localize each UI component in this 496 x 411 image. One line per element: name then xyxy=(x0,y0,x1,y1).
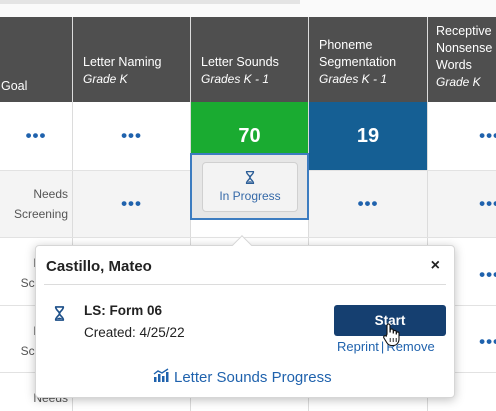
header-phoneme-segmentation: Phoneme Segmentation Grades K - 1 xyxy=(309,17,427,102)
hand-cursor-icon xyxy=(382,323,400,347)
receptive-more[interactable]: ••• xyxy=(428,102,496,170)
letter-naming-more[interactable]: ••• xyxy=(73,102,190,170)
header-phoneme-grade: Grades K - 1 xyxy=(319,72,388,86)
letter-naming-row2-more[interactable]: ••• xyxy=(73,170,190,237)
header-receptive-grade: Grade K xyxy=(436,75,481,89)
header-letter-naming: Letter Naming Grade K xyxy=(73,17,190,102)
in-progress-button[interactable]: In Progress xyxy=(202,162,298,212)
header-letter-sounds-grade: Grades K - 1 xyxy=(201,72,270,86)
chart-icon xyxy=(153,368,170,386)
form-name: LS: Form 06 xyxy=(84,303,163,318)
goal-row2: Needs Screening xyxy=(0,170,72,237)
header-phoneme-label-1: Phoneme xyxy=(319,38,373,52)
student-name: Castillo, Mateo xyxy=(46,258,152,275)
header-goal-label: Goal xyxy=(1,79,28,93)
in-progress-label: In Progress xyxy=(219,189,281,203)
letter-sounds-in-progress-cell: In Progress xyxy=(190,153,309,220)
header-phoneme-label-2: Segmentation xyxy=(319,55,397,69)
header-letter-naming-label: Letter Naming xyxy=(83,55,162,69)
hourglass-icon xyxy=(245,170,255,187)
created-date: Created: 4/25/22 xyxy=(84,325,185,340)
needs-label: Needs Screening xyxy=(13,187,68,221)
header-receptive-nonsense-words: Receptive Nonsense Words Grade K xyxy=(428,17,496,102)
divider xyxy=(0,237,496,238)
goal-more[interactable]: ••• xyxy=(0,102,72,170)
hourglass-icon xyxy=(54,306,65,325)
header-goal: Goal xyxy=(0,17,72,102)
scroll-track xyxy=(0,0,300,4)
assessment-popover: Castillo, Mateo × LS: Form 06 Created: 4… xyxy=(35,235,455,398)
receptive-row2-more[interactable]: ••• xyxy=(428,170,496,237)
close-icon[interactable]: × xyxy=(431,257,440,275)
header-receptive-label-2: Nonsense xyxy=(436,41,493,55)
header-letter-naming-grade: Grade K xyxy=(83,72,128,86)
phoneme-row2-more[interactable]: ••• xyxy=(309,170,427,237)
popover-divider xyxy=(44,284,446,285)
header-letter-sounds-label: Letter Sounds xyxy=(201,55,279,69)
letter-sounds-progress-link[interactable]: Letter Sounds Progress xyxy=(153,368,332,386)
top-strip xyxy=(0,0,496,17)
reprint-link[interactable]: Reprint xyxy=(337,339,379,354)
phoneme-segmentation-score[interactable]: 19 xyxy=(309,102,427,170)
header-receptive-label-1: Receptive xyxy=(436,24,492,38)
header-letter-sounds: Letter Sounds Grades K - 1 xyxy=(191,17,308,102)
header-receptive-label-3: Words xyxy=(436,58,472,72)
